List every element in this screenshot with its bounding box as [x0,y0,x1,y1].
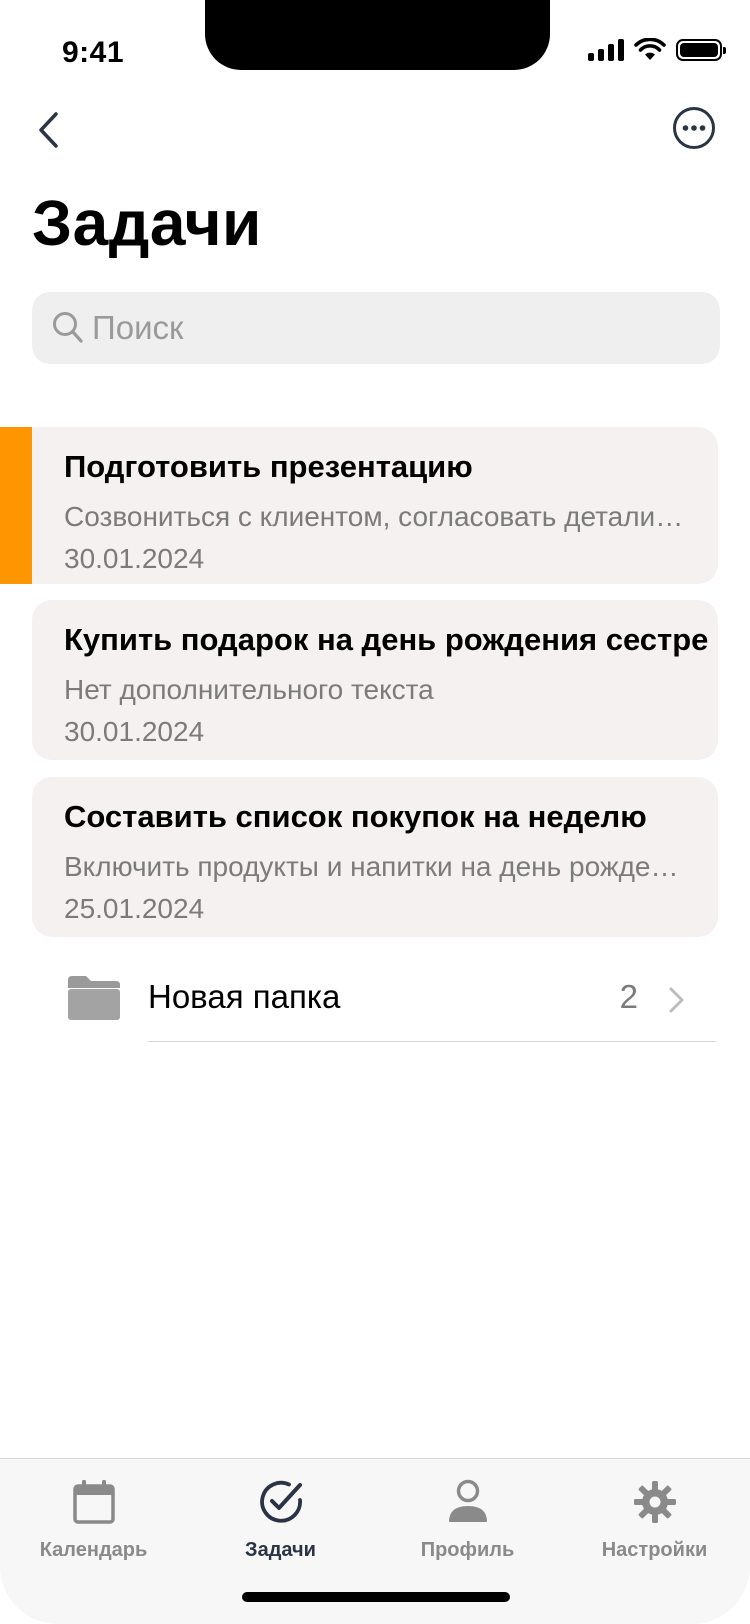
folder-count: 2 [619,978,638,1015]
tab-settings[interactable]: Настройки [561,1479,748,1589]
search-bar[interactable] [32,292,720,364]
search-icon [53,312,83,343]
task-description: Созвониться с клиентом, согласовать дета… [64,501,686,532]
tab-label: Календарь [39,1539,148,1561]
task-description: Нет дополнительного текста [64,674,434,705]
tab-tasks[interactable]: Задачи [187,1479,374,1589]
wifi-icon [634,38,666,60]
app-screen: 9:41 Задачи Подготовить презе [0,0,750,1624]
back-button[interactable] [28,105,68,155]
status-icons [588,38,726,62]
task-title: Подготовить презентацию [64,449,473,484]
cellular-signal-icon [588,39,624,61]
chevron-left-icon [39,112,58,148]
task-title: Купить подарок на день рождения сестре [64,622,709,657]
device-notch [205,0,550,70]
status-time: 9:41 [62,36,125,69]
tab-label: Настройки [601,1539,708,1561]
task-title: Составить список покупок на неделю [64,799,647,834]
calendar-icon [72,1480,115,1524]
battery-icon [676,39,726,61]
page-title: Задачи [32,187,262,259]
chevron-right-icon [669,987,684,1013]
tab-profile[interactable]: Профиль [374,1479,561,1589]
priority-indicator [0,427,32,584]
task-date: 30.01.2024 [64,716,205,747]
task-card[interactable]: Купить подарок на день рождения сестре Н… [32,600,718,760]
task-card[interactable]: Составить список покупок на неделю Включ… [32,777,718,937]
person-icon [448,1479,487,1522]
folder-row[interactable]: Новая папка 2 [64,960,716,1042]
task-description: Включить продукты и напитки на день рожд… [64,851,686,882]
task-card[interactable]: Подготовить презентацию Созвониться с кл… [32,427,718,584]
tab-label: Задачи [245,1539,316,1561]
more-options-icon[interactable] [672,106,716,150]
task-date: 25.01.2024 [64,893,205,924]
task-date: 30.01.2024 [64,543,205,574]
folder-icon [68,976,120,1020]
gear-icon [633,1481,676,1523]
home-indicator[interactable] [242,1592,510,1602]
folder-name: Новая папка [148,978,341,1015]
search-input[interactable] [92,309,672,347]
tab-calendar[interactable]: Календарь [0,1479,187,1589]
tab-label: Профиль [420,1539,515,1561]
divider [148,1041,716,1042]
check-circle-icon [259,1480,302,1523]
